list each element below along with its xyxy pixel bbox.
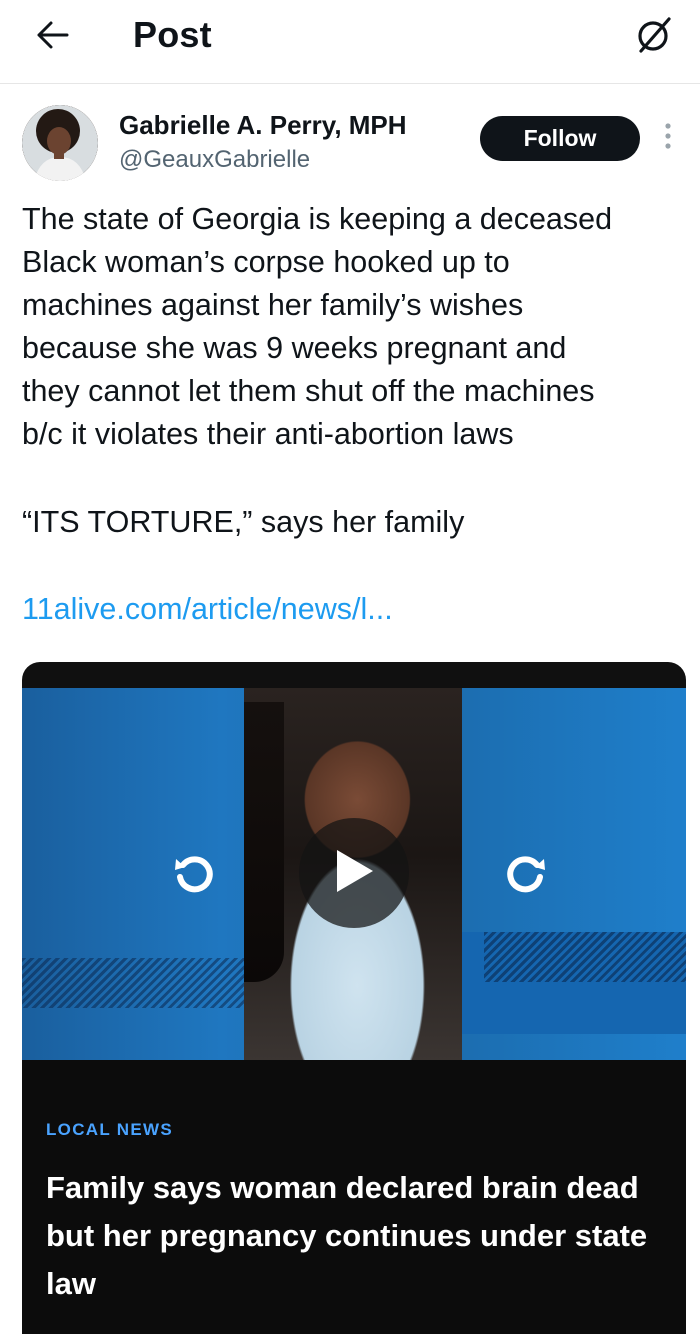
avatar[interactable] (22, 105, 98, 181)
play-button[interactable] (299, 818, 409, 928)
thumbnail-shadow (244, 702, 284, 982)
follow-button[interactable]: Follow (480, 116, 640, 161)
media-card[interactable]: LOCAL NEWS Family says woman declared br… (22, 662, 686, 1334)
replay-icon[interactable] (168, 848, 220, 900)
grok-icon (633, 13, 677, 62)
back-button[interactable] (26, 12, 80, 62)
forward-icon[interactable] (500, 848, 552, 900)
play-icon (331, 846, 377, 901)
arrow-left-icon (36, 20, 70, 55)
more-button[interactable] (656, 116, 680, 160)
category-label: LOCAL NEWS (46, 1120, 173, 1139)
author-name[interactable]: Gabrielle A. Perry, MPH (119, 110, 407, 141)
post-text: The state of Georgia is keeping a deceas… (22, 202, 613, 451)
post-link[interactable]: 11alive.com/article/news/l... (22, 588, 393, 631)
card-caption[interactable]: LOCAL NEWS Family says woman declared br… (22, 1060, 686, 1334)
article-headline[interactable]: Family says woman declared brain dead bu… (46, 1164, 666, 1308)
avatar-image (22, 105, 98, 181)
decorative-stripes-right (462, 932, 686, 1034)
author-handle[interactable]: @GeauxGabrielle (119, 146, 310, 174)
post-quote: “ITS TORTURE,” says her family (22, 505, 465, 539)
top-bar: Post (0, 0, 700, 84)
grok-button[interactable] (628, 10, 682, 64)
more-vertical-icon (664, 122, 672, 155)
page-title: Post (133, 14, 212, 55)
